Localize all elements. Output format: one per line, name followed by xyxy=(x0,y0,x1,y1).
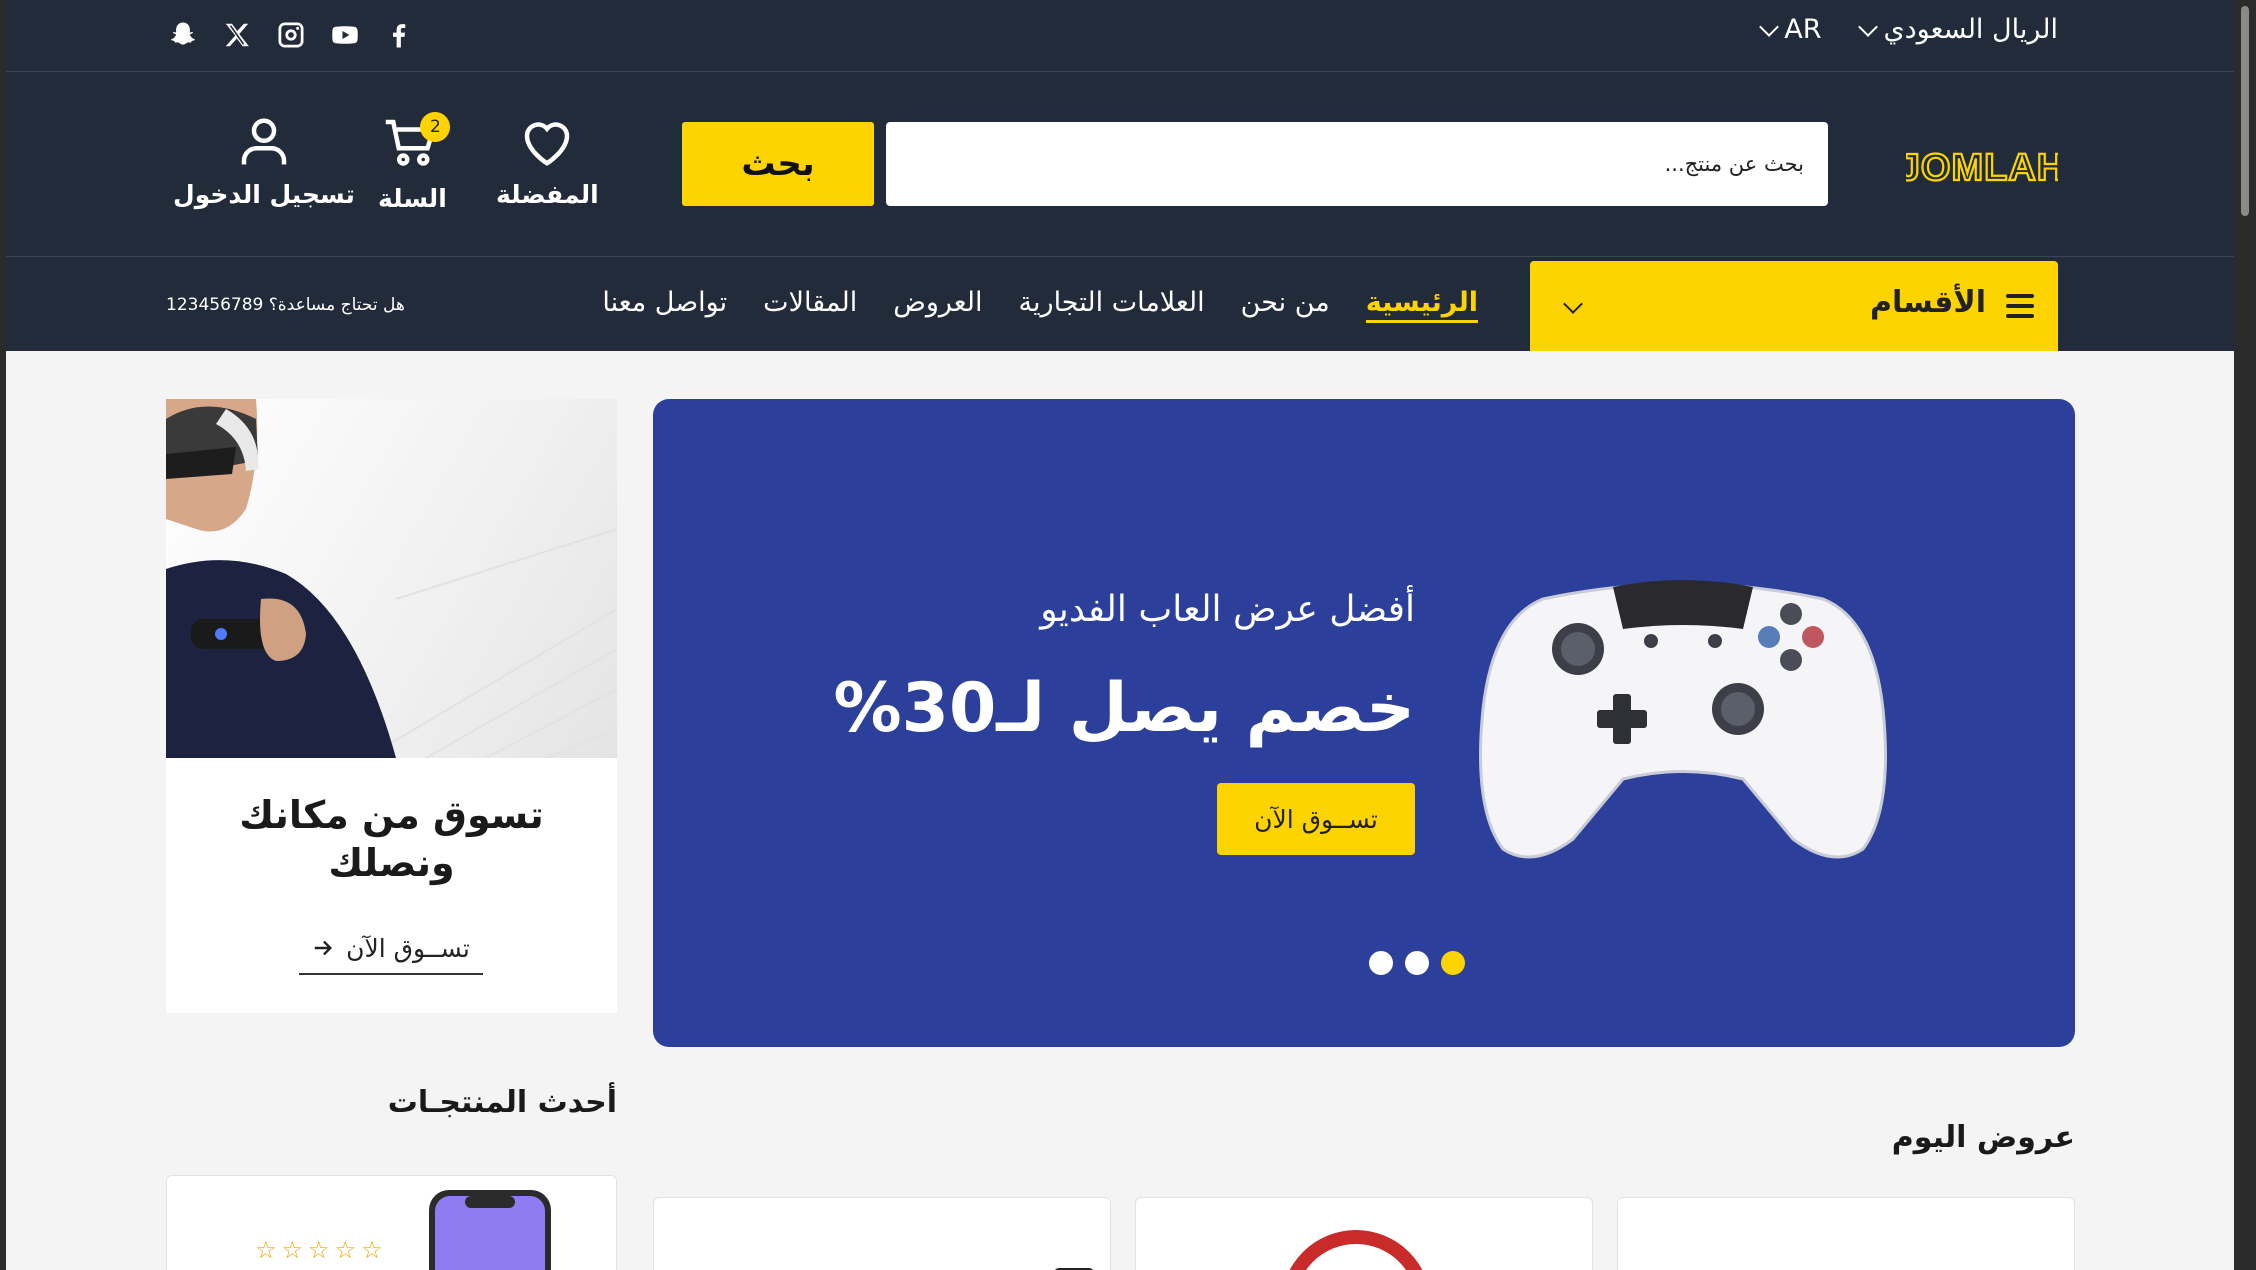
heart-icon xyxy=(525,122,570,166)
product-card[interactable]: ☆ ☆ ☆ ☆ ☆ xyxy=(166,1175,617,1270)
chevron-down-icon xyxy=(1759,16,1780,37)
page: الريال السعودي AR JOMLAH بحث عن منتج... … xyxy=(6,0,2234,1270)
login-label: تسجيل الدخول xyxy=(173,180,355,209)
slider-dot[interactable] xyxy=(1369,951,1393,975)
latest-products-title: أحدث المنتجـات xyxy=(387,1085,617,1120)
side-promo-link-label: تســوق الآن xyxy=(346,933,470,963)
wishlist-label: المفضلة xyxy=(496,180,599,209)
page-scrollbar[interactable] xyxy=(2234,0,2256,1270)
hero-shop-now-button[interactable]: تســوق الآن xyxy=(1217,783,1415,855)
slider-dot[interactable] xyxy=(1405,951,1429,975)
nav-link-about[interactable]: من نحن xyxy=(1241,287,1330,323)
hero-subtitle: أفضل عرض العاب الفديو xyxy=(1040,589,1415,630)
search-button[interactable]: بحث xyxy=(682,122,874,206)
slider-dot-active[interactable] xyxy=(1441,951,1465,975)
offer-card[interactable] xyxy=(653,1197,1111,1270)
currency-select[interactable]: الريال السعودي xyxy=(1858,14,2058,45)
categories-label: الأقسام xyxy=(1869,285,1986,320)
main-header: JOMLAH بحث عن منتج... بحث المفضلة 2 السل… xyxy=(6,72,2234,257)
snapchat-icon[interactable] xyxy=(166,18,200,52)
categories-dropdown[interactable]: الأقسام xyxy=(1530,261,2058,351)
star-icon: ☆ xyxy=(255,1236,277,1264)
side-promo-title-line2: ونصلك xyxy=(328,841,455,885)
cart-link[interactable]: 2 السلة xyxy=(378,112,451,213)
hero-slider: أفضل عرض العاب الفديو خصم يصل لـ30% تســ… xyxy=(653,399,2075,1047)
side-promo-title: تسوق من مكانك ونصلك xyxy=(166,791,617,887)
menu-icon xyxy=(2006,294,2034,318)
nav-link-offers[interactable]: العروض xyxy=(893,287,982,323)
wishlist-link[interactable]: المفضلة xyxy=(496,112,599,209)
nav-links: الرئيسية من نحن العلامات التجارية العروض… xyxy=(602,287,1478,323)
hero-headline: خصم يصل لـ30% xyxy=(833,669,1415,748)
instagram-icon[interactable] xyxy=(274,18,308,52)
nav-link-home[interactable]: الرئيسية xyxy=(1365,287,1478,323)
star-icon: ☆ xyxy=(334,1236,357,1264)
top-bar-selectors: الريال السعودي AR xyxy=(1759,14,2058,45)
offer-card[interactable] xyxy=(1135,1197,1593,1270)
help-phone[interactable]: هل تحتاج مساعدة؟ 123456789 xyxy=(166,295,405,315)
chevron-down-icon xyxy=(1563,294,1583,314)
x-icon[interactable] xyxy=(220,18,254,52)
language-label: AR xyxy=(1784,14,1822,45)
logo-text: JOMLAH xyxy=(1906,147,2058,189)
currency-label: الريال السعودي xyxy=(1883,14,2058,45)
login-link[interactable]: تسجيل الدخول xyxy=(173,112,355,209)
slider-dots xyxy=(1369,951,1465,975)
offer-card[interactable] xyxy=(1617,1197,2075,1270)
top-bar: الريال السعودي AR xyxy=(6,0,2234,72)
game-controller-image xyxy=(1479,580,1887,859)
headphones-image xyxy=(1281,1230,1431,1270)
cart-label: السلة xyxy=(378,184,447,213)
language-select[interactable]: AR xyxy=(1759,14,1822,45)
phone-image xyxy=(429,1190,551,1270)
side-promo-card: تسوق من مكانك ونصلك تســوق الآن xyxy=(166,399,617,1013)
search-placeholder: بحث عن منتج... xyxy=(1664,152,1804,176)
arrow-right-icon xyxy=(314,940,333,956)
star-icon: ☆ xyxy=(308,1236,330,1264)
nav-link-contact[interactable]: تواصل معنا xyxy=(602,287,727,323)
scrollbar-thumb[interactable] xyxy=(2241,6,2249,216)
search-input[interactable]: بحث عن منتج... xyxy=(886,122,1828,206)
social-links xyxy=(166,18,416,52)
nav-bar: الأقسام الرئيسية من نحن العلامات التجاري… xyxy=(6,257,2234,351)
logo[interactable]: JOMLAH xyxy=(1906,145,2058,189)
side-promo-title-line1: تسوق من مكانك xyxy=(239,793,544,837)
todays-offers-title: عروض اليوم xyxy=(1891,1120,2075,1155)
user-icon xyxy=(241,118,287,165)
nav-link-articles[interactable]: المقالات xyxy=(763,287,857,323)
nav-link-brands[interactable]: العلامات التجارية xyxy=(1019,287,1205,323)
side-promo-shop-link[interactable]: تســوق الآن xyxy=(299,923,483,975)
rating-stars: ☆ ☆ ☆ ☆ ☆ xyxy=(255,1236,383,1264)
star-icon: ☆ xyxy=(281,1236,304,1264)
facebook-icon[interactable] xyxy=(382,18,416,52)
cart-count-badge: 2 xyxy=(420,112,451,142)
chevron-down-icon xyxy=(1858,16,1879,37)
star-icon: ☆ xyxy=(361,1236,383,1264)
vr-gamer-image xyxy=(166,399,617,758)
youtube-icon[interactable] xyxy=(328,18,362,52)
